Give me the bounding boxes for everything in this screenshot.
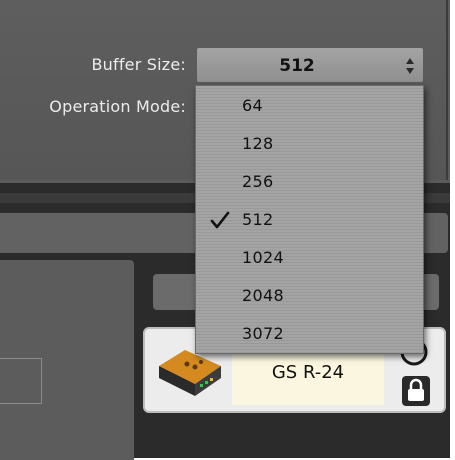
option-2048[interactable]: 2048 bbox=[196, 277, 423, 315]
buffer-size-value: 512 bbox=[279, 56, 315, 76]
stepper-arrows-icon bbox=[406, 58, 414, 74]
option-512[interactable]: 512 bbox=[196, 201, 423, 239]
operation-mode-label: Operation Mode: bbox=[49, 97, 186, 116]
option-label: 64 bbox=[242, 96, 263, 115]
lock-icon[interactable] bbox=[402, 376, 430, 406]
option-label: 3072 bbox=[242, 324, 284, 343]
option-256[interactable]: 256 bbox=[196, 163, 423, 201]
buffer-size-label: Buffer Size: bbox=[91, 55, 186, 74]
option-label: 2048 bbox=[242, 286, 284, 305]
option-64[interactable]: 64 bbox=[196, 87, 423, 125]
option-label: 256 bbox=[242, 172, 274, 191]
checkmark-icon bbox=[210, 211, 230, 229]
option-label: 1024 bbox=[242, 248, 284, 267]
buffer-size-dropdown[interactable]: 64 128 256 512 1024 2048 3072 bbox=[195, 85, 424, 354]
option-label: 512 bbox=[242, 210, 274, 229]
option-label: 128 bbox=[242, 134, 274, 153]
buffer-size-select[interactable]: 512 bbox=[196, 47, 424, 83]
option-128[interactable]: 128 bbox=[196, 125, 423, 163]
option-1024[interactable]: 1024 bbox=[196, 239, 423, 277]
option-3072[interactable]: 3072 bbox=[196, 315, 423, 353]
device-list-slot bbox=[0, 358, 42, 404]
